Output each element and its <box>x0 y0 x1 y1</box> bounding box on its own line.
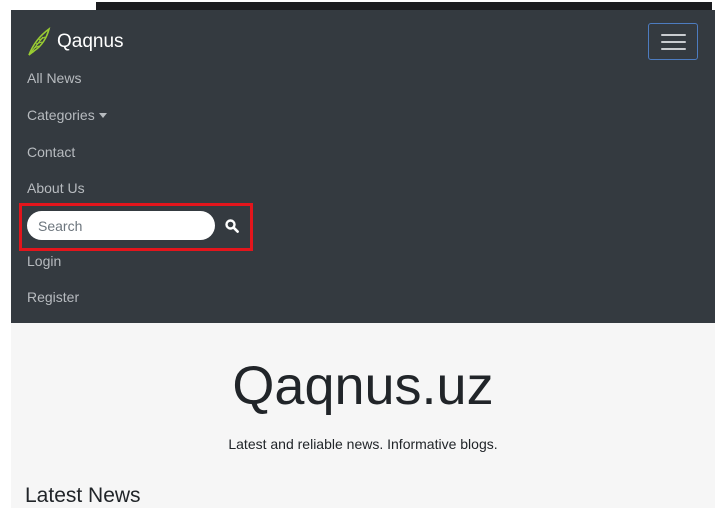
caret-down-icon <box>98 112 107 118</box>
left-edge <box>0 10 11 508</box>
feather-icon <box>25 27 51 57</box>
hero-section: Qaqnus.uz Latest and reliable news. Info… <box>11 323 715 508</box>
top-strip-shadow <box>96 2 712 10</box>
nav-item-register[interactable]: Register <box>27 288 79 306</box>
hero-title: Qaqnus.uz <box>232 356 494 416</box>
hero-subtitle: Latest and reliable news. Informative bl… <box>228 436 498 452</box>
hamburger-menu-icon-bar <box>660 40 686 43</box>
nav-item-label: Categories <box>27 107 95 123</box>
navbar-toggler-button[interactable] <box>648 23 698 60</box>
latest-news-heading: Latest News <box>25 484 141 507</box>
search-icon <box>225 219 239 233</box>
top-strip <box>0 0 720 10</box>
nav-item-all-news[interactable]: All News <box>27 69 81 87</box>
search-input[interactable] <box>27 211 215 240</box>
search-button[interactable] <box>221 215 243 237</box>
brand-name: Qaqnus <box>57 31 124 52</box>
nav-item-login[interactable]: Login <box>27 252 61 270</box>
nav-item-about-us[interactable]: About Us <box>27 179 85 197</box>
brand-link[interactable]: Qaqnus <box>25 27 124 57</box>
hamburger-menu-icon <box>660 33 686 36</box>
page-frame: Qaqnus All News Categories Contact About… <box>0 0 720 508</box>
nav-item-categories[interactable]: Categories <box>27 106 107 124</box>
navbar: Qaqnus All News Categories Contact About… <box>11 10 715 323</box>
nav-item-contact[interactable]: Contact <box>27 143 75 161</box>
right-edge <box>715 10 720 508</box>
hamburger-menu-icon-bar <box>660 47 686 50</box>
